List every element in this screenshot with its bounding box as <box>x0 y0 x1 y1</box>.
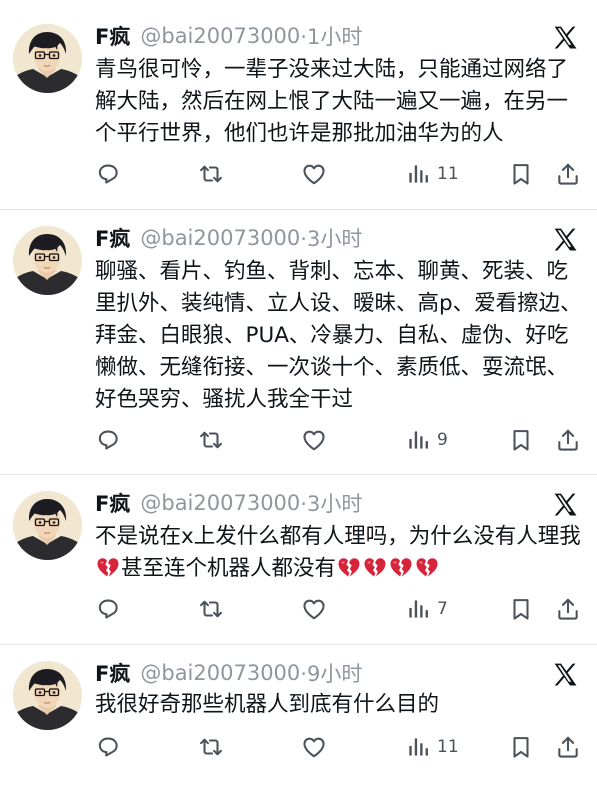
like-button[interactable] <box>301 160 327 188</box>
share-icon <box>555 734 581 760</box>
x-logo-icon <box>552 226 577 251</box>
avatar[interactable] <box>13 24 82 93</box>
share-icon <box>555 596 581 622</box>
avatar[interactable] <box>13 661 82 730</box>
display-name[interactable]: F疯 <box>95 223 130 253</box>
timestamp[interactable]: ·9小时 <box>300 658 362 688</box>
heart-icon <box>301 427 327 453</box>
reply-button[interactable] <box>95 733 121 761</box>
user-handle[interactable]: @bai20073000 <box>140 24 300 48</box>
tweet-actions: 9 <box>0 426 597 454</box>
display-name[interactable]: F疯 <box>95 488 130 518</box>
timestamp[interactable]: ·1小时 <box>300 21 362 51</box>
user-handle[interactable]: @bai20073000 <box>140 661 300 685</box>
tweet-header: F疯 @bai20073000 ·9小时 <box>95 659 362 687</box>
tweet-header: F疯 @bai20073000 ·3小时 <box>95 489 362 517</box>
views-button[interactable]: 9 <box>405 426 448 454</box>
broken-heart-emoji <box>389 556 413 578</box>
broken-heart-emoji <box>337 556 361 578</box>
tweet-actions: 7 <box>0 595 597 623</box>
bookmark-icon <box>508 161 534 187</box>
tweet[interactable]: F疯 @bai20073000 ·1小时 青鸟很可怜，一辈子没来过大陆，只能通过… <box>0 0 597 210</box>
broken-heart-emoji <box>415 556 439 578</box>
tweet-text-part: 不是说在x上发什么都有人理吗，为什么没有人理我 <box>95 524 581 549</box>
tweet-text: 不是说在x上发什么都有人理吗，为什么没有人理我甚至连个机器人都没有 <box>95 521 587 585</box>
share-icon <box>555 161 581 187</box>
views-button[interactable]: 11 <box>405 160 459 188</box>
reply-icon <box>95 734 121 760</box>
like-button[interactable] <box>301 426 327 454</box>
views-button[interactable]: 11 <box>405 733 459 761</box>
bookmark-icon <box>508 734 534 760</box>
bookmark-button[interactable] <box>508 595 534 623</box>
views-icon <box>405 161 431 187</box>
views-button[interactable]: 7 <box>405 595 448 623</box>
display-name[interactable]: F疯 <box>95 658 130 688</box>
tweet-text: 我很好奇那些机器人到底有什么目的 <box>95 692 440 717</box>
reply-icon <box>95 161 121 187</box>
retweet-icon <box>198 427 224 453</box>
timestamp[interactable]: ·3小时 <box>300 223 362 253</box>
tweet-header: F疯 @bai20073000 ·1小时 <box>95 22 362 50</box>
views-icon <box>405 427 431 453</box>
reply-button[interactable] <box>95 160 121 188</box>
tweet[interactable]: F疯 @bai20073000 ·3小时 不是说在x上发什么都有人理吗，为什么没… <box>0 475 597 645</box>
timestamp[interactable]: ·3小时 <box>300 488 362 518</box>
x-logo-icon <box>552 491 577 516</box>
retweet-button[interactable] <box>198 595 224 623</box>
tweet[interactable]: F疯 @bai20073000 ·3小时 聊骚、看片、钓鱼、背刺、忘本、聊黄、死… <box>0 210 597 475</box>
user-handle[interactable]: @bai20073000 <box>140 226 300 250</box>
tweet-actions: 11 <box>0 160 597 188</box>
tweet-actions: 11 <box>0 733 597 761</box>
share-button[interactable] <box>555 160 581 188</box>
retweet-button[interactable] <box>198 733 224 761</box>
retweet-icon <box>198 596 224 622</box>
views-count: 11 <box>437 164 459 184</box>
share-button[interactable] <box>555 595 581 623</box>
retweet-button[interactable] <box>198 160 224 188</box>
retweet-icon <box>198 161 224 187</box>
avatar[interactable] <box>13 226 82 295</box>
share-button[interactable] <box>555 426 581 454</box>
x-logo-icon <box>552 24 577 49</box>
like-button[interactable] <box>301 733 327 761</box>
tweet-header: F疯 @bai20073000 ·3小时 <box>95 224 362 252</box>
broken-heart-emoji <box>363 556 387 578</box>
display-name[interactable]: F疯 <box>95 21 130 51</box>
reply-icon <box>95 596 121 622</box>
tweet-text: 青鸟很可怜，一辈子没来过大陆，只能通过网络了解大陆，然后在网上恨了大陆一遍又一遍… <box>95 57 569 146</box>
bookmark-icon <box>508 427 534 453</box>
x-logo-icon <box>552 661 577 686</box>
retweet-button[interactable] <box>198 426 224 454</box>
like-button[interactable] <box>301 595 327 623</box>
views-count: 11 <box>437 737 459 757</box>
retweet-icon <box>198 734 224 760</box>
views-icon <box>405 734 431 760</box>
share-icon <box>555 427 581 453</box>
avatar[interactable] <box>13 491 82 560</box>
tweet-feed: F疯 @bai20073000 ·1小时 青鸟很可怜，一辈子没来过大陆，只能通过… <box>0 0 597 800</box>
tweet-text-part: 甚至连个机器人都没有 <box>121 556 337 581</box>
bookmark-icon <box>508 596 534 622</box>
heart-icon <box>301 734 327 760</box>
tweet[interactable]: F疯 @bai20073000 ·9小时 我很好奇那些机器人到底有什么目的 11 <box>0 645 597 800</box>
views-count: 9 <box>437 430 448 450</box>
reply-button[interactable] <box>95 426 121 454</box>
broken-heart-emoji <box>96 556 120 578</box>
reply-button[interactable] <box>95 595 121 623</box>
bookmark-button[interactable] <box>508 160 534 188</box>
heart-icon <box>301 161 327 187</box>
reply-icon <box>95 427 121 453</box>
bookmark-button[interactable] <box>508 733 534 761</box>
heart-icon <box>301 596 327 622</box>
bookmark-button[interactable] <box>508 426 534 454</box>
views-count: 7 <box>437 599 448 619</box>
user-handle[interactable]: @bai20073000 <box>140 491 300 515</box>
tweet-text: 聊骚、看片、钓鱼、背刺、忘本、聊黄、死装、吃里扒外、装纯情、立人设、暧昧、高p、… <box>95 259 582 412</box>
share-button[interactable] <box>555 733 581 761</box>
views-icon <box>405 596 431 622</box>
